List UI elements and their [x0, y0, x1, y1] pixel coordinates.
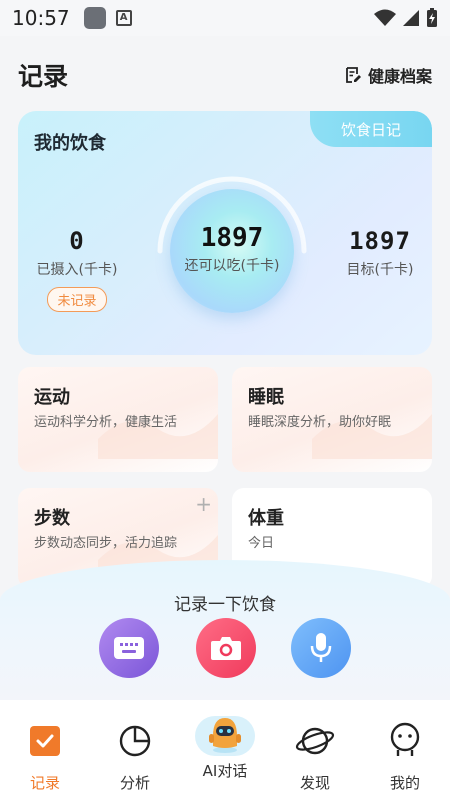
profile-icon [390, 722, 420, 756]
intake-stat: 0 已摄入(千卡) 未记录 [30, 227, 124, 312]
signal-icon [403, 10, 419, 26]
status-bar: 10:57 A [0, 0, 450, 36]
nav-item-record[interactable]: 记录 [0, 700, 90, 800]
voice-input-button[interactable] [291, 618, 351, 678]
steps-title: 步数 [34, 508, 70, 529]
exercise-card[interactable]: 运动 运动科学分析，健康生活 [18, 367, 218, 472]
intake-value: 0 [69, 227, 85, 255]
weight-title: 体重 [248, 508, 284, 529]
record-check-icon [30, 726, 60, 756]
health-record-label: 健康档案 [367, 67, 432, 86]
pie-chart-icon [119, 725, 151, 757]
steps-subtitle: 步数动态同步，活力追踪 [34, 536, 178, 551]
sleep-subtitle: 睡眠深度分析，助你好眠 [248, 415, 392, 430]
robot-icon [209, 718, 241, 753]
battery-charging-icon [427, 8, 437, 27]
nav-item-discover[interactable]: 发现 [270, 700, 360, 800]
exercise-subtitle: 运动科学分析，健康生活 [34, 415, 178, 430]
camera-button[interactable] [196, 618, 256, 678]
document-edit-icon [346, 67, 361, 83]
page-title: 记录 [18, 62, 69, 91]
gauge-center: 1897 还可以吃(千卡) [150, 223, 314, 275]
record-food-sheet: 记录一下饮食 [0, 560, 450, 700]
not-recorded-badge: 未记录 [47, 287, 107, 312]
camera-icon [211, 637, 241, 660]
a-notification-icon: A [115, 10, 132, 26]
nav-item-analysis[interactable]: 分析 [90, 700, 180, 800]
remaining-value: 1897 [200, 223, 264, 253]
status-indicators [374, 8, 438, 28]
keyboard-input-button[interactable] [99, 618, 159, 678]
sleep-card[interactable]: 睡眠 睡眠深度分析，助你好眠 [232, 367, 432, 472]
nav-label-analysis: 分析 [119, 774, 150, 792]
remaining-label: 还可以吃(千卡) [184, 258, 280, 274]
weight-subtitle: 今日 [248, 536, 275, 551]
app-notification-icon [83, 7, 106, 29]
diet-diary-tab[interactable]: 饮食日记 [310, 111, 432, 147]
header: 记录 健康档案 [0, 40, 450, 110]
wifi-icon [374, 9, 396, 26]
nav-label-profile: 我的 [389, 774, 420, 792]
add-steps-button[interactable]: + [195, 492, 212, 516]
bottom-nav: 记录 分析 AI对话 发现 我的 [0, 700, 450, 800]
status-time: 10:57 [12, 6, 70, 30]
nav-label-ai-chat: AI对话 [202, 762, 248, 780]
target-value: 1897 [349, 227, 411, 255]
keyboard-icon [114, 637, 144, 659]
sleep-title: 睡眠 [248, 387, 284, 408]
remaining-gauge: 1897 还可以吃(千卡) [150, 169, 314, 333]
health-record-link[interactable]: 健康档案 [344, 63, 432, 87]
nav-item-ai-chat[interactable]: AI对话 [180, 700, 270, 800]
nav-item-profile[interactable]: 我的 [360, 700, 450, 800]
exercise-title: 运动 [34, 387, 70, 408]
diet-card-title: 我的饮食 [34, 133, 106, 154]
target-label: 目标(千卡) [346, 262, 414, 278]
record-food-title: 记录一下饮食 [174, 595, 276, 615]
target-stat: 1897 目标(千卡) [336, 227, 424, 279]
planet-icon [295, 727, 335, 755]
nav-label-record: 记录 [29, 774, 60, 792]
microphone-icon [310, 633, 332, 662]
nav-label-discover: 发现 [299, 774, 330, 792]
intake-label: 已摄入(千卡) [36, 262, 118, 278]
diet-card[interactable]: 饮食日记 我的饮食 0 已摄入(千卡) 未记录 1897 还可以吃(千卡) 18… [18, 111, 432, 355]
